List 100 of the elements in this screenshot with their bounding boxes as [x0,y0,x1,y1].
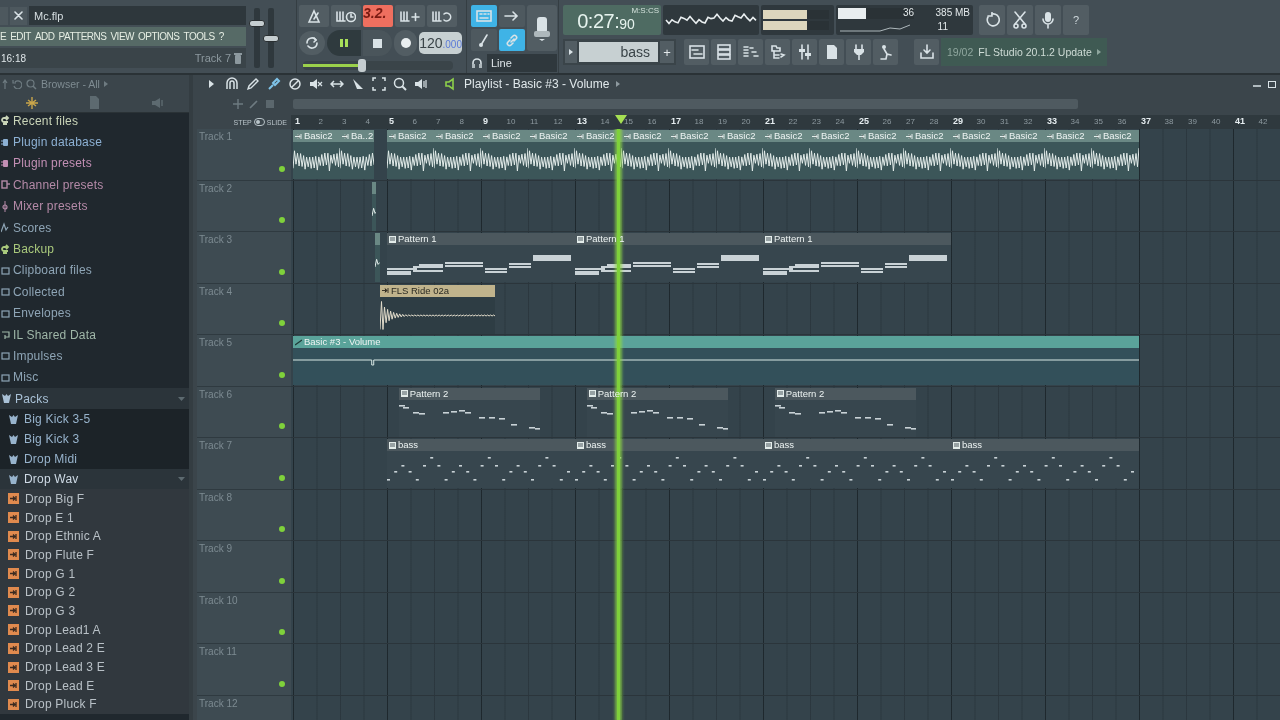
track-mute-led[interactable] [279,526,285,532]
playlist-clip[interactable]: Pattern 1 [387,233,575,282]
playlist-clip[interactable]: Ba..2 [340,130,375,179]
playlist-clip[interactable]: Pattern 2 [398,387,540,437]
track-mute-led[interactable] [279,629,285,635]
playlist-clip[interactable]: Basic2 [904,130,951,179]
playlist-clip[interactable]: bass [575,439,763,488]
wait-button[interactable] [331,5,361,27]
pattern-menu-button[interactable] [565,41,577,63]
browser-item[interactable]: Drop Wav [0,469,189,490]
mute-icon[interactable] [309,77,323,91]
browser-button[interactable] [765,39,790,65]
menu-item[interactable]: VIEW [110,31,134,42]
snap-dropdown[interactable]: Line [487,54,557,72]
playlist-clip[interactable]: Basic2 [1045,130,1092,179]
playlist-clip[interactable]: Basic2 [998,130,1045,179]
select-icon[interactable] [372,77,386,91]
speaker-icon[interactable] [414,77,428,91]
browser-item[interactable]: Plugin presets [0,152,189,175]
browser-item[interactable]: Drop Midi [0,449,189,470]
cut-button[interactable] [1007,5,1033,35]
close-button[interactable] [10,6,27,25]
timeline-ruler[interactable]: 1 2 3 4 5 6 7 8 9 10 11 12 13 14 15 16 17 18 19 20 21 22 23 24 25 26 27 28 29 30 31 32 33 34 35 36 37 38 39 40 41 42 [291,115,1280,129]
stop-button[interactable] [362,30,393,56]
arrow-button[interactable] [499,5,525,27]
browser-item[interactable]: Big Kick 3-5 [0,409,189,430]
piano-roll-button[interactable] [738,39,763,65]
browser-item[interactable]: Scores [0,216,189,239]
browser-item[interactable]: Backup [0,238,189,260]
download-button[interactable] [914,39,939,65]
playlist-clip[interactable]: Pattern 1 [763,233,951,282]
playlist-clip[interactable] [375,233,380,282]
playlist-clip[interactable]: bass [387,439,575,488]
delete-icon[interactable] [288,77,302,91]
playlist-clip[interactable]: Basic2 [810,130,857,179]
track-mute-led[interactable] [279,577,285,584]
track-mute-led[interactable] [279,268,285,275]
menu-item[interactable]: ADD [34,31,55,42]
caret-icon[interactable] [209,80,214,88]
browser-item[interactable]: Plugin database [0,131,189,153]
browser-item[interactable]: Clipboard files [0,259,189,282]
mixer-button[interactable] [792,39,817,65]
loop-button[interactable] [299,31,326,55]
browser-item[interactable]: Drop E 1 [0,508,189,527]
track-mute-led[interactable] [279,217,285,223]
playlist-button[interactable] [684,39,709,65]
playlist-clip[interactable]: bass [763,439,951,488]
menu-item[interactable]: OPTIONS [138,31,180,42]
browser-item[interactable]: Drop Big F [0,489,189,509]
playlist-clip[interactable]: Basic2 [669,130,716,179]
track-mute-led[interactable] [279,680,285,687]
loop-record-button[interactable] [427,5,457,27]
playlist-clip[interactable]: Pattern 2 [774,387,916,437]
pattern-selector[interactable]: bass + [563,39,676,65]
browser-item[interactable]: Drop Lead1 A [0,620,189,639]
magnet-icon[interactable] [225,77,239,91]
touch-controller-button[interactable] [873,39,898,65]
record-button[interactable] [394,30,418,56]
browser-item[interactable]: Mixer presets [0,195,189,217]
maximize-icon[interactable] [1268,80,1276,88]
plugin-picker-button[interactable] [846,39,871,65]
browser-item[interactable]: Envelopes [0,302,189,324]
zoom-icon[interactable] [393,77,407,91]
playlist-clip[interactable]: Basic2 [622,130,669,179]
undo-button[interactable] [979,5,1005,35]
menu-item[interactable]: EDIT [10,31,31,42]
track-mute-led[interactable] [279,423,285,429]
playlist-clip[interactable]: FLS Ride 02a [379,284,496,334]
countdown-button[interactable] [395,5,425,27]
brush-icon[interactable] [267,77,281,91]
playlist-clip[interactable]: bass [951,439,1139,488]
playlist-clip[interactable]: Basic2 [434,130,481,179]
metronome-knob[interactable] [527,5,557,51]
help-button[interactable]: ? [1063,5,1089,35]
tempo-field[interactable]: 120.000 [419,32,462,54]
channel-rack-button[interactable] [711,39,736,65]
metronome-button[interactable] [299,5,329,27]
menu-item[interactable]: PATTERNS [58,31,107,42]
position-slider[interactable] [357,59,366,72]
track-mute-led[interactable] [279,371,285,378]
master-pitch-slider[interactable] [263,34,279,42]
menu-item[interactable]: E [0,31,7,42]
track-mute-led[interactable] [279,165,285,172]
playlist-clip[interactable]: Basic2 [575,130,622,179]
menu-item[interactable]: ? [218,31,224,42]
browser-item[interactable]: IL Shared Data [0,323,189,346]
browser-item[interactable]: Impulses [0,345,189,367]
playlist-clip[interactable]: Basic2 [481,130,528,179]
news-panel[interactable]: 19/02 FL Studio 20.1.2 Update [941,38,1107,66]
playlist-clip[interactable]: Basic2 [293,130,340,179]
playlist-clip[interactable]: Pattern 1 [575,233,763,282]
browser-item[interactable]: Packs [0,388,189,410]
slice-icon[interactable] [351,77,365,91]
playlist-clip[interactable]: Basic2 [763,130,810,179]
playlist-clip[interactable] [371,181,377,231]
track-mute-led[interactable] [279,320,285,326]
menu-item[interactable]: TOOLS [183,31,215,42]
star-icon[interactable] [25,96,40,109]
playlist-clip[interactable]: Basic2 [857,130,904,179]
browser-item[interactable]: Drop Lead E [0,676,189,696]
